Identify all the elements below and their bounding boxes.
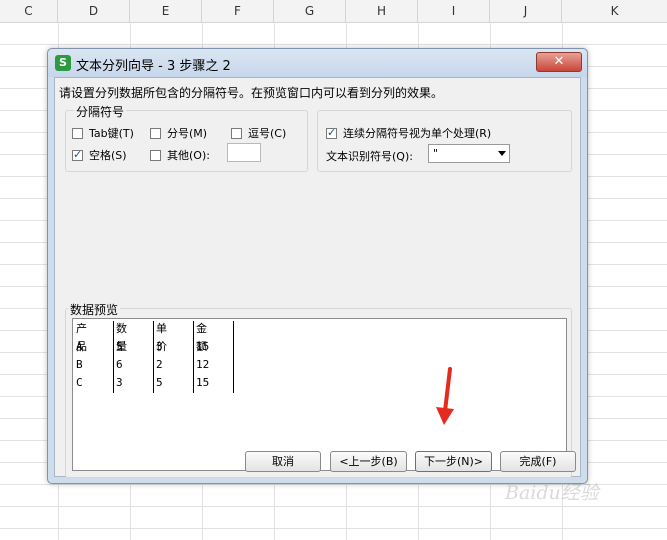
preview-cell: 15 [196,376,210,389]
instruction-text: 请设置分列数据所包含的分隔符号。在预览窗口内可以看到分列的效果。 [59,86,444,100]
consecutive-option[interactable]: 连续分隔符号视为单个处理(R) [326,125,491,141]
column-header-d[interactable]: D [58,0,130,22]
column-header-i[interactable]: I [418,0,490,22]
comma-checkbox[interactable] [231,127,242,139]
preview-group-label: 数据预览 [68,301,121,318]
preview-cell: 12 [196,358,210,371]
other-label: 其他(O): [167,149,210,162]
column-header-e[interactable]: E [130,0,202,22]
other-option[interactable]: 其他(O): [150,147,210,163]
other-checkbox[interactable] [150,149,161,161]
semicolon-option[interactable]: 分号(M) [150,125,207,141]
preview-cell: 3 [116,376,123,389]
text-qualifier-row: 文本识别符号(Q): [326,148,413,164]
comma-label: 逗号(C) [248,127,287,140]
annotation-arrow-icon [436,367,454,425]
options-group: 连续分隔符号视为单个处理(R) 文本识别符号(Q): " [317,110,572,172]
text-qualifier-select[interactable]: " [428,144,510,163]
grid-line [0,528,667,529]
delimiter-group-label: 分隔符号 [74,103,127,120]
column-header-j[interactable]: J [490,0,562,22]
space-option[interactable]: 空格(S) [72,147,127,163]
dialog-titlebar[interactable]: S 文本分列向导 - 3 步骤之 2 ✕ [48,49,587,77]
grid-line [0,506,667,507]
close-button[interactable]: ✕ [536,52,582,72]
column-separator[interactable] [233,321,234,393]
preview-cell: A [76,340,83,353]
other-delimiter-input[interactable] [227,143,261,162]
text-qualifier-label: 文本识别符号(Q): [326,150,413,163]
text-qualifier-value: " [433,147,439,160]
data-preview-pane[interactable]: 产品 数量 单价 金额 A 5 3 15 B 6 2 12 C 3 5 15 [72,318,567,471]
preview-cell: 6 [116,358,123,371]
tab-option[interactable]: Tab键(T) [72,125,134,141]
column-header-g[interactable]: G [274,0,346,22]
dialog-body: 请设置分列数据所包含的分隔符号。在预览窗口内可以看到分列的效果。 分隔符号 Ta… [54,77,581,478]
semicolon-checkbox[interactable] [150,127,161,139]
app-logo-icon: S [55,55,71,71]
preview-cell: 15 [196,340,210,353]
preview-cell: 5 [116,340,123,353]
preview-cell: C [76,376,83,389]
column-header-f[interactable]: F [202,0,274,22]
next-button[interactable]: 下一步(N)> [415,451,492,472]
semicolon-label: 分号(M) [167,127,208,140]
column-header-c[interactable]: C [0,0,58,22]
grid-line [0,44,667,45]
preview-cell: 3 [156,340,163,353]
space-label: 空格(S) [89,149,127,162]
cancel-button[interactable]: 取消 [245,451,321,472]
preview-cell: B [76,358,83,371]
preview-cell: 5 [156,376,163,389]
column-header-bar: C D E F G H I J K [0,0,667,23]
chevron-down-icon [498,151,506,156]
consecutive-label: 连续分隔符号视为单个处理(R) [343,127,492,140]
back-button[interactable]: <上一步(B) [330,451,407,472]
tab-label: Tab键(T) [89,127,134,140]
preview-cell: 2 [156,358,163,371]
finish-button[interactable]: 完成(F) [500,451,576,472]
consecutive-checkbox[interactable] [326,126,337,139]
delimiter-group: 分隔符号 Tab键(T) 分号(M) 逗号(C) 空格(S) 其他(O): [65,103,308,172]
space-checkbox[interactable] [72,148,83,161]
tab-checkbox[interactable] [72,127,83,139]
column-header-h[interactable]: H [346,0,418,22]
comma-option[interactable]: 逗号(C) [231,125,286,141]
watermark: Baidu经验 [505,482,599,504]
dialog-title: 文本分列向导 - 3 步骤之 2 [76,59,231,74]
text-to-columns-dialog: S 文本分列向导 - 3 步骤之 2 ✕ 请设置分列数据所包含的分隔符号。在预览… [47,48,588,484]
column-header-k[interactable]: K [562,0,667,22]
